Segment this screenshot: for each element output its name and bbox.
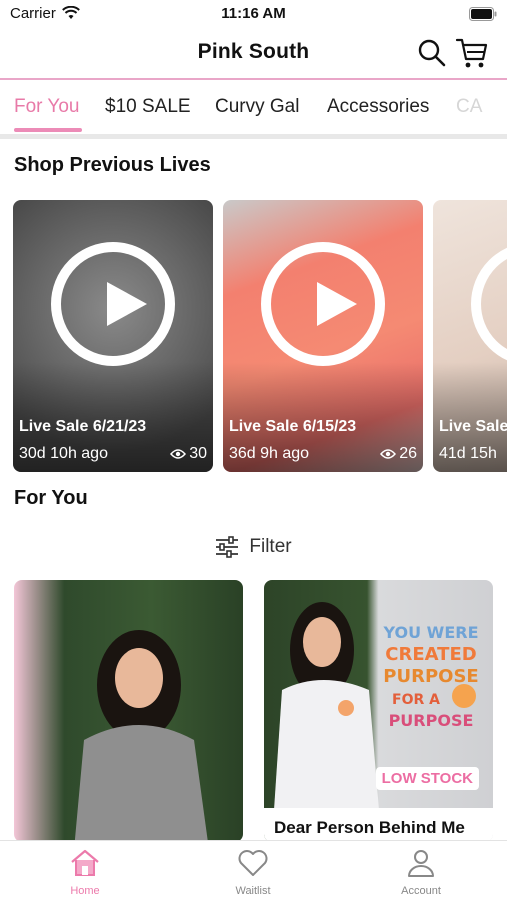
tabs-divider	[0, 134, 507, 139]
product-card[interactable]	[14, 580, 243, 842]
model-figure	[74, 630, 208, 842]
live-view-count: 30	[170, 445, 207, 463]
low-stock-badge: LOW STOCK	[375, 767, 479, 790]
product-name: Dear Person Behind Me	[274, 818, 465, 837]
filter-button[interactable]: Filter	[0, 532, 507, 562]
person-icon	[408, 850, 434, 877]
tab-accessories[interactable]: Accessories	[327, 96, 429, 118]
product-card[interactable]: YOU WERE CREATED PURPOSE FOR A PURPOSE L…	[264, 580, 493, 842]
eye-icon	[170, 449, 187, 459]
app-header: Pink South	[0, 28, 507, 80]
eye-icon	[380, 449, 397, 459]
status-bar: Carrier 11:16 AM	[0, 0, 507, 28]
bottom-nav: Home Waitlist Account	[0, 840, 507, 900]
previous-lives-carousel: Live Sale 6/21/23 30d 10h ago 30 Live Sa…	[0, 200, 507, 472]
live-view-count: 26	[380, 445, 417, 463]
live-card[interactable]: Live Sale 41d 15h	[433, 200, 507, 472]
svg-text:PURPOSE: PURPOSE	[383, 666, 478, 687]
live-time-ago: 30d 10h ago	[19, 445, 108, 462]
play-icon[interactable]	[261, 242, 385, 366]
heart-icon	[238, 850, 268, 876]
live-title: Live Sale	[439, 418, 507, 435]
model-figure	[274, 602, 379, 810]
nav-home[interactable]: Home	[25, 847, 145, 897]
shirt-print-graphic: YOU WERE CREATED PURPOSE FOR A PURPOSE	[382, 623, 478, 730]
filter-label: Filter	[249, 536, 292, 557]
live-title: Live Sale 6/21/23	[19, 418, 147, 435]
nav-waitlist[interactable]: Waitlist	[193, 847, 313, 897]
tab-10-sale[interactable]: $10 SALE	[105, 96, 191, 118]
tab-partial[interactable]: CA	[456, 96, 482, 118]
tab-curvy-gal[interactable]: Curvy Gal	[215, 96, 299, 118]
nav-waitlist-label: Waitlist	[235, 885, 271, 897]
search-icon[interactable]	[417, 38, 447, 68]
battery-icon	[469, 7, 497, 21]
nav-account[interactable]: Account	[361, 847, 481, 897]
live-views-value: 26	[399, 445, 417, 462]
home-icon	[71, 849, 99, 876]
status-time: 11:16 AM	[221, 5, 286, 22]
section-title-previous-lives: Shop Previous Lives	[14, 154, 211, 176]
svg-text:PURPOSE: PURPOSE	[389, 711, 474, 730]
live-title: Live Sale 6/15/23	[229, 418, 357, 435]
nav-account-label: Account	[401, 885, 441, 897]
active-tab-indicator	[14, 128, 82, 132]
live-card[interactable]: Live Sale 6/21/23 30d 10h ago 30	[13, 200, 213, 472]
cart-icon[interactable]	[455, 36, 489, 70]
play-icon[interactable]	[51, 242, 175, 366]
live-card[interactable]: Live Sale 6/15/23 36d 9h ago 26	[223, 200, 423, 472]
section-title-for-you: For You	[14, 487, 88, 509]
sliders-icon	[216, 536, 239, 558]
nav-home-label: Home	[70, 885, 100, 897]
svg-text:FOR A: FOR A	[392, 692, 440, 708]
svg-text:CREATED: CREATED	[385, 644, 476, 665]
live-time-ago: 36d 9h ago	[229, 445, 310, 462]
tab-for-you[interactable]: For You	[14, 96, 80, 118]
live-views-value: 30	[189, 445, 207, 462]
svg-text:YOU WERE: YOU WERE	[382, 623, 478, 642]
category-tabs: For You $10 SALE Curvy Gal Accessories C…	[0, 82, 507, 134]
live-time-ago: 41d 15h	[439, 445, 497, 462]
